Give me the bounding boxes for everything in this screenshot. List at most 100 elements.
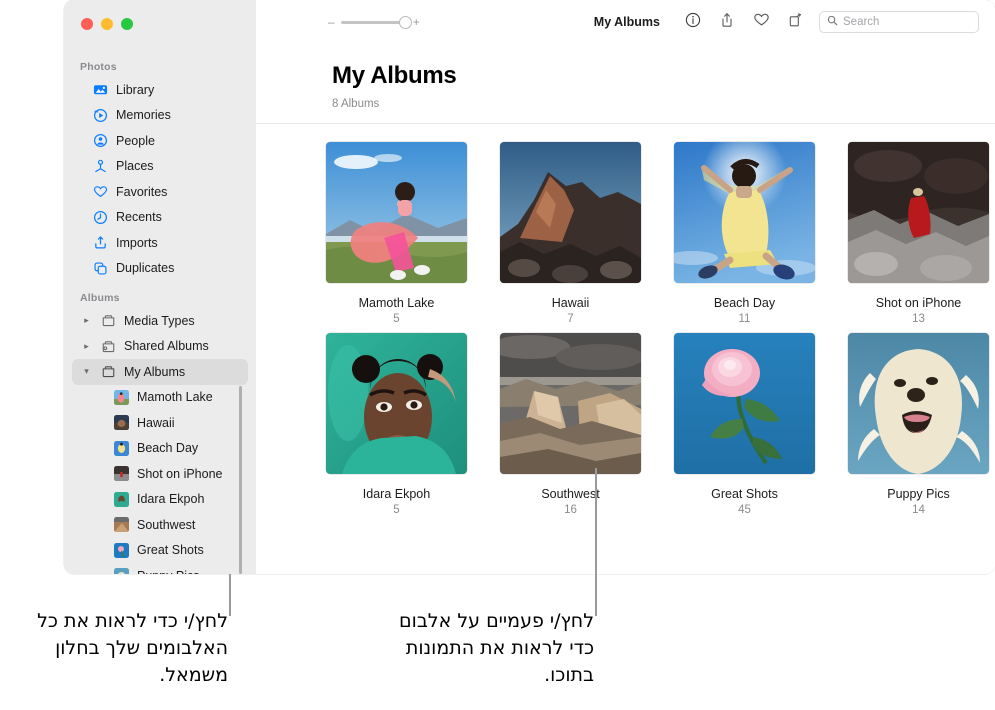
clock-icon [92, 209, 108, 225]
toolbar-title: My Albums [593, 15, 660, 29]
album-card-mamoth-lake[interactable]: Mamoth Lake 5 [326, 142, 467, 325]
sidebar-scrollbar[interactable] [239, 386, 242, 574]
content-area: My Albums 8 Albums Mamoth Lake 5 Hawaii … [256, 46, 995, 574]
sidebar-item-memories[interactable]: Memories [72, 103, 248, 129]
album-thumbnail[interactable] [326, 142, 467, 283]
album-count-subtitle: 8 Albums [332, 98, 380, 110]
memories-icon [92, 107, 108, 123]
search-field[interactable]: Search [819, 11, 979, 33]
sidebar-item-hawaii[interactable]: Hawaii [72, 410, 248, 436]
album-count: 13 [912, 313, 925, 325]
chevron-down-icon[interactable]: ▾ [82, 366, 91, 377]
sidebar-item-places[interactable]: Places [72, 154, 248, 180]
album-name: Hawaii [551, 296, 590, 310]
album-thumbnail[interactable] [500, 142, 641, 283]
sidebar-item-label: Duplicates [116, 261, 175, 276]
album-card-shot-on-iphone[interactable]: Shot on iPhone 13 [848, 142, 989, 325]
album-card-idara-ekpoh[interactable]: Idara Ekpoh 5 [326, 333, 467, 516]
album-card-hawaii[interactable]: Hawaii 7 [500, 142, 641, 325]
rotate-icon [787, 12, 803, 33]
album-thumbnail[interactable] [674, 142, 815, 283]
sidebar-section-header-photos: Photos [80, 61, 117, 73]
sidebar-item-puppy-pics[interactable]: Puppy Pics [72, 563, 248, 574]
album-thumbnail[interactable] [848, 333, 989, 474]
zoom-slider-knob[interactable] [398, 16, 412, 29]
sidebar-item-duplicates[interactable]: Duplicates [72, 256, 248, 282]
album-name: Beach Day [713, 296, 776, 310]
sidebar-item-label: Media Types [124, 313, 195, 328]
library-icon [92, 82, 108, 98]
album-thumbnail[interactable] [326, 333, 467, 474]
album-name: Shot on iPhone [875, 296, 962, 310]
close-button[interactable] [81, 18, 93, 30]
zoom-in-label[interactable]: + [413, 16, 420, 28]
album-thumbnail-icon [114, 440, 129, 456]
album-count: 5 [393, 504, 400, 516]
zoom-button[interactable] [121, 18, 133, 30]
album-card-beach-day[interactable]: Beach Day 11 [674, 142, 815, 325]
sidebar-item-label: Shared Albums [124, 339, 209, 354]
callout-leader-line-1 [229, 574, 231, 616]
album-card-puppy-pics[interactable]: Puppy Pics 14 [848, 333, 989, 516]
album-thumbnail-icon [114, 389, 129, 405]
album-card-great-shots[interactable]: Great Shots 45 [674, 333, 815, 516]
shared-folder-icon [100, 338, 116, 354]
favorite-button[interactable] [744, 8, 778, 36]
favorite-heart-icon [753, 11, 770, 33]
zoom-slider[interactable]: – + [328, 16, 420, 29]
share-button[interactable] [710, 8, 744, 36]
sidebar-item-imports[interactable]: Imports [72, 230, 248, 256]
album-count: 16 [564, 504, 577, 516]
sidebar-item-southwest[interactable]: Southwest [72, 512, 248, 538]
album-count: 7 [567, 313, 574, 325]
search-icon [827, 13, 838, 31]
sidebar-item-favorites[interactable]: Favorites [72, 179, 248, 205]
heart-icon [92, 184, 108, 200]
sidebar-item-label: Places [116, 159, 154, 174]
album-name: Southwest [541, 487, 600, 501]
zoom-slider-track[interactable] [340, 16, 412, 29]
sidebar-item-people[interactable]: People [72, 128, 248, 154]
album-name: Great Shots [711, 487, 778, 501]
album-thumbnail-icon [114, 542, 129, 558]
info-button[interactable] [676, 8, 710, 36]
album-card-southwest[interactable]: Southwest 16 [500, 333, 641, 516]
sidebar-item-my-albums[interactable]: ▾ My Albums [72, 359, 248, 385]
album-count: 11 [738, 313, 751, 325]
chevron-right-icon[interactable]: ▸ [82, 341, 91, 352]
sidebar-item-shot-on-iphone[interactable]: Shot on iPhone [72, 461, 248, 487]
duplicates-icon [92, 260, 108, 276]
zoom-out-label[interactable]: – [328, 16, 335, 28]
sidebar-item-label: Shot on iPhone [137, 466, 223, 481]
album-thumbnail[interactable] [674, 333, 815, 474]
rotate-button[interactable] [778, 8, 812, 36]
sidebar-item-label: Great Shots [137, 543, 204, 558]
sidebar-item-label: Mamoth Lake [137, 390, 213, 405]
album-name: Idara Ekpoh [362, 487, 431, 501]
sidebar-section-albums: Albums ▸ Media Types ▸ Shared Albums ▾ M… [64, 292, 256, 574]
sidebar-item-label: Library [116, 82, 155, 97]
sidebar-item-library[interactable]: Library [72, 77, 248, 103]
page-title: My Albums [332, 62, 457, 89]
info-icon [685, 12, 701, 33]
sidebar-item-label: Memories [116, 108, 171, 123]
import-icon [92, 235, 108, 251]
window-controls[interactable] [81, 18, 133, 30]
toolbar-right-group: My Albums Search [594, 8, 979, 36]
album-count: 45 [738, 504, 751, 516]
sidebar-item-recents[interactable]: Recents [72, 205, 248, 231]
search-placeholder: Search [843, 16, 880, 28]
album-thumbnail[interactable] [848, 142, 989, 283]
sidebar-item-idara-ekpoh[interactable]: Idara Ekpoh [72, 487, 248, 513]
album-thumbnail[interactable] [500, 333, 641, 474]
albums-grid: Mamoth Lake 5 Hawaii 7 Beach Day 11 Shot… [326, 142, 989, 516]
minimize-button[interactable] [101, 18, 113, 30]
sidebar-item-media-types[interactable]: ▸ Media Types [72, 308, 248, 334]
people-icon [92, 133, 108, 149]
sidebar-item-shared-albums[interactable]: ▸ Shared Albums [72, 334, 248, 360]
sidebar-section-photos: Photos Library Memories People Places Fa… [64, 61, 256, 281]
chevron-right-icon[interactable]: ▸ [82, 315, 91, 326]
sidebar-item-beach-day[interactable]: Beach Day [72, 436, 248, 462]
sidebar-item-great-shots[interactable]: Great Shots [72, 538, 248, 564]
sidebar-item-mamoth-lake[interactable]: Mamoth Lake [72, 385, 248, 411]
